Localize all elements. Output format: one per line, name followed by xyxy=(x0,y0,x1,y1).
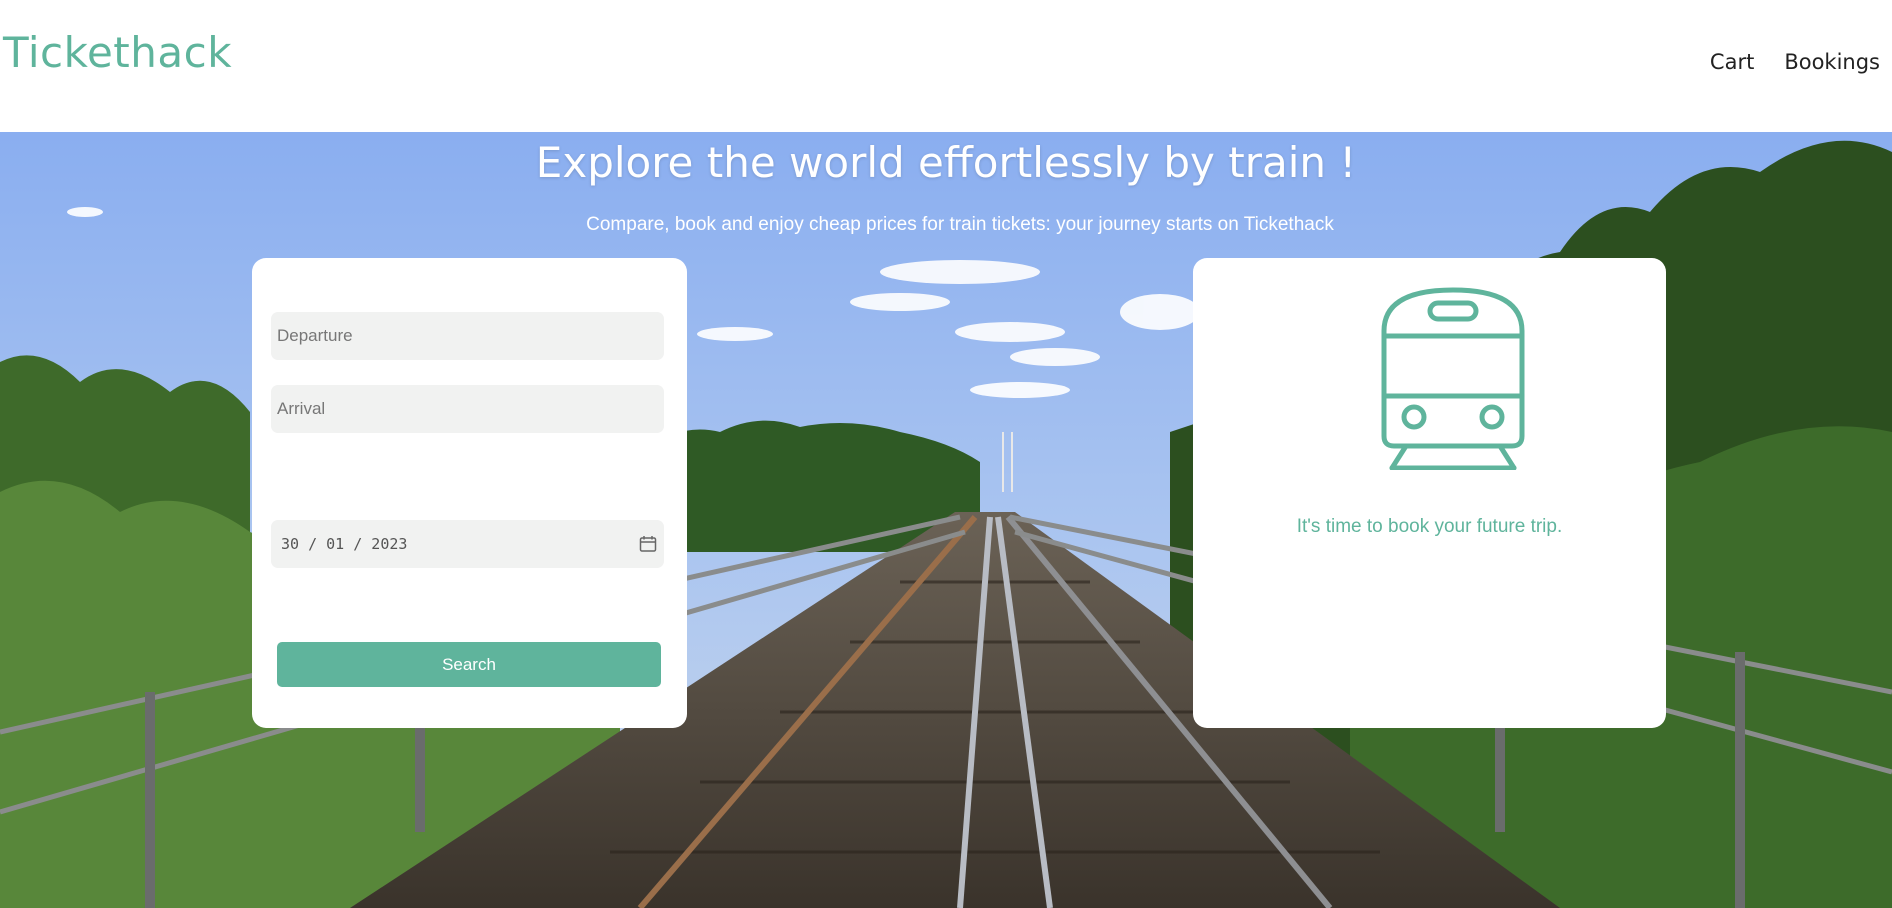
date-input[interactable]: 30 / 01 / 2023 xyxy=(271,520,664,568)
nav-bookings-link[interactable]: Bookings xyxy=(1784,50,1880,74)
brand-logo[interactable]: Tickethack xyxy=(3,28,232,77)
search-card: 30 / 01 / 2023 Search xyxy=(252,258,687,728)
hero-subtitle: Compare, book and enjoy cheap prices for… xyxy=(586,214,1334,235)
calendar-icon[interactable] xyxy=(639,535,657,553)
nav-cart-link[interactable]: Cart xyxy=(1710,50,1754,74)
info-card: It's time to book your future trip. xyxy=(1193,258,1666,728)
departure-input[interactable] xyxy=(271,312,664,360)
arrival-input[interactable] xyxy=(271,385,664,433)
hero-title: Explore the world effortlessly by train … xyxy=(535,138,1357,187)
train-icon xyxy=(1381,287,1525,470)
info-message: It's time to book your future trip. xyxy=(1296,516,1563,537)
main-nav: Cart Bookings xyxy=(1710,50,1880,74)
date-value: 30 / 01 / 2023 xyxy=(281,535,408,553)
search-button[interactable]: Search xyxy=(277,642,661,687)
header: Tickethack Cart Bookings xyxy=(0,0,1892,132)
hero-section: Explore the world effortlessly by train … xyxy=(0,132,1892,908)
